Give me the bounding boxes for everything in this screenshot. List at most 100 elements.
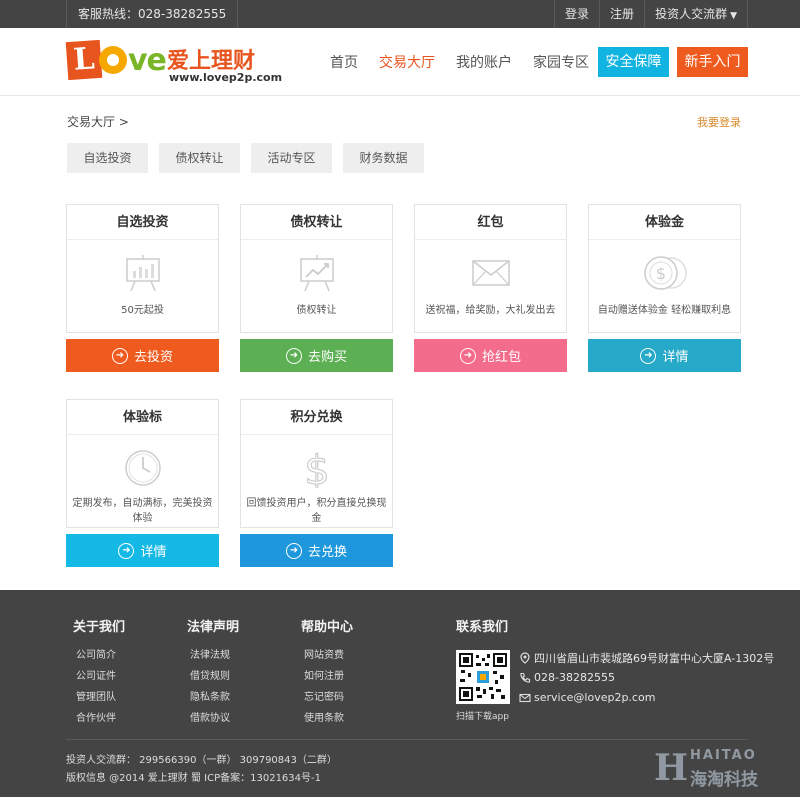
- app-qr-code: [456, 650, 510, 704]
- card-desc: 回馈投资用户，积分直接兑换现金: [246, 498, 387, 524]
- email-text: service@lovep2p.com: [534, 691, 656, 704]
- my-login-link[interactable]: 我要登录: [697, 114, 741, 130]
- investor-groups: 投资人交流群： 299566390（一群） 309790843（二群）: [66, 755, 337, 766]
- footer-divider: [66, 739, 748, 740]
- arrow-right-icon: ➜: [111, 347, 128, 364]
- footer-link-terms[interactable]: 使用条款: [301, 708, 353, 729]
- card-title: 自选投资: [67, 205, 218, 240]
- footer-link-forgot-password[interactable]: 忘记密码: [301, 687, 353, 708]
- register-link[interactable]: 注册: [599, 0, 644, 28]
- button-label: 去兑换: [307, 545, 347, 560]
- contact-phone: 028-38282555: [519, 671, 615, 684]
- footer-link-fees[interactable]: 网站资费: [301, 645, 353, 666]
- button-label: 详情: [140, 545, 167, 560]
- card-desc: 50元起投: [121, 305, 164, 316]
- footer-link-company-intro[interactable]: 公司简介: [73, 645, 125, 666]
- watermark-logo: H HAITAO 海淘科技: [652, 745, 792, 790]
- investor-group-dropdown[interactable]: 投资人交流群 ▼: [644, 0, 748, 28]
- footer-link-laws[interactable]: 法律法规: [187, 645, 239, 666]
- svg-text:$: $: [304, 448, 329, 488]
- card-red-packet: 红包 送祝福，给奖励，大礼发出去: [414, 204, 567, 333]
- top-links: 登录 注册 投资人交流群 ▼: [554, 0, 748, 28]
- nav-community[interactable]: 家园专区: [533, 52, 589, 72]
- watermark-latin: HAITAO: [690, 748, 757, 763]
- top-bar: 客服热线：028-38282555 登录 注册 投资人交流群 ▼: [0, 0, 800, 28]
- nav-my-account[interactable]: 我的账户: [456, 52, 512, 72]
- dollar-icon: $: [303, 448, 330, 488]
- tab-activities[interactable]: 活动专区: [251, 143, 332, 173]
- phone-text: 028-38282555: [534, 671, 615, 684]
- location-pin-icon: [520, 652, 530, 664]
- footer-about: 关于我们 公司简介 公司证件 管理团队 合作伙伴: [73, 616, 125, 729]
- card-title: 债权转让: [241, 205, 392, 240]
- qr-code-icon: [459, 653, 507, 701]
- breadcrumb[interactable]: 交易大厅 >: [67, 113, 129, 130]
- nav-trading-hall[interactable]: 交易大厅: [379, 52, 435, 72]
- card-title: 红包: [415, 205, 566, 240]
- footer-heading: 帮助中心: [301, 620, 354, 635]
- exchange-button[interactable]: ➜ 去兑换: [240, 534, 393, 567]
- trend-board-icon: [299, 255, 334, 292]
- buy-button[interactable]: ➜ 去购买: [240, 339, 393, 372]
- svg-text:$: $: [655, 264, 665, 283]
- caret-down-icon: ▼: [730, 11, 737, 21]
- card-debt-transfer: 债权转让 债权转让: [240, 204, 393, 333]
- footer-link-partners[interactable]: 合作伙伴: [73, 708, 125, 729]
- coins-icon: $: [643, 256, 687, 290]
- footer-help: 帮助中心 网站资费 如何注册 忘记密码 使用条款: [301, 616, 353, 729]
- newbie-button[interactable]: 新手入门: [677, 47, 748, 77]
- card-points-exchange: 积分兑换 $ 回馈投资用户，积分直接兑换现金: [240, 399, 393, 528]
- card-title: 体验标: [67, 400, 218, 435]
- arrow-right-icon: ➜: [640, 347, 657, 364]
- tab-debt-transfer[interactable]: 债权转让: [159, 143, 240, 173]
- mail-icon: [519, 693, 531, 702]
- footer-link-management[interactable]: 管理团队: [73, 687, 125, 708]
- button-label: 抢红包: [481, 350, 521, 365]
- contact-address: 四川省眉山市裴城路69号财富中心大厦A-1302号: [519, 650, 774, 666]
- envelope-icon: [471, 260, 510, 286]
- button-label: 详情: [662, 350, 689, 365]
- site-logo[interactable]: Lve 爱上理财 www.lovep2p.com: [65, 39, 282, 88]
- watermark-initial: H: [654, 747, 689, 789]
- qr-caption: 扫描下载app: [456, 712, 509, 722]
- contact-email[interactable]: service@lovep2p.com: [519, 691, 655, 704]
- arrow-right-icon: ➜: [285, 347, 302, 364]
- footer-legal: 法律声明 法律法规 借贷规则 隐私条款 借款协议: [187, 616, 239, 729]
- nav-home[interactable]: 首页: [330, 52, 358, 72]
- footer-heading: 法律声明: [187, 620, 240, 635]
- card-title: 体验金: [589, 205, 740, 240]
- footer-heading: 关于我们: [73, 620, 126, 635]
- footer-heading: 联系我们: [456, 620, 509, 635]
- chart-board-icon: [125, 255, 160, 292]
- button-label: 去投资: [133, 350, 173, 365]
- footer-link-company-license[interactable]: 公司证件: [73, 666, 125, 687]
- invest-button[interactable]: ➜ 去投资: [66, 339, 219, 372]
- grab-red-packet-button[interactable]: ➜ 抢红包: [414, 339, 567, 372]
- card-desc: 送祝福，给奖励，大礼发出去: [425, 305, 556, 316]
- site-header: Lve 爱上理财 www.lovep2p.com 首页 交易大厅 我的账户 家园…: [0, 28, 800, 96]
- arrow-right-icon: ➜: [459, 347, 476, 364]
- category-tabs: 自选投资 债权转让 活动专区 财务数据: [67, 143, 435, 173]
- safety-button[interactable]: 安全保障: [598, 47, 669, 77]
- tab-financial-data[interactable]: 财务数据: [343, 143, 424, 173]
- footer-link-privacy[interactable]: 隐私条款: [187, 687, 239, 708]
- footer-contact: 联系我们: [456, 616, 508, 645]
- footer-link-loan-agreement[interactable]: 借款协议: [187, 708, 239, 729]
- card-trial-fund: 体验金 $ 自动赠送体验金 轻松赚取利息: [588, 204, 741, 333]
- login-link[interactable]: 登录: [554, 0, 599, 28]
- arrow-right-icon: ➜: [118, 542, 135, 559]
- trial-bid-details-button[interactable]: ➜ 详情: [66, 534, 219, 567]
- brand-url: www.lovep2p.com: [169, 71, 283, 84]
- footer-link-how-register[interactable]: 如何注册: [301, 666, 353, 687]
- card-desc: 债权转让: [296, 305, 337, 316]
- main-nav: 首页 交易大厅 我的账户 家园专区: [330, 28, 610, 96]
- copyright: 版权信息 @2014 爱上理财 蜀 ICP备案：13021634号-1: [66, 773, 321, 784]
- tab-self-invest[interactable]: 自选投资: [67, 143, 148, 173]
- phone-icon: [520, 672, 531, 683]
- card-desc: 定期发布，自动满标，完美投资体验: [72, 498, 213, 524]
- card-desc: 自动赠送体验金 轻松赚取利息: [597, 305, 732, 316]
- trial-fund-details-button[interactable]: ➜ 详情: [588, 339, 741, 372]
- service-hotline: 客服热线：028-38282555: [66, 0, 239, 28]
- button-label: 去购买: [307, 350, 347, 365]
- footer-link-loan-rules[interactable]: 借贷规则: [187, 666, 239, 687]
